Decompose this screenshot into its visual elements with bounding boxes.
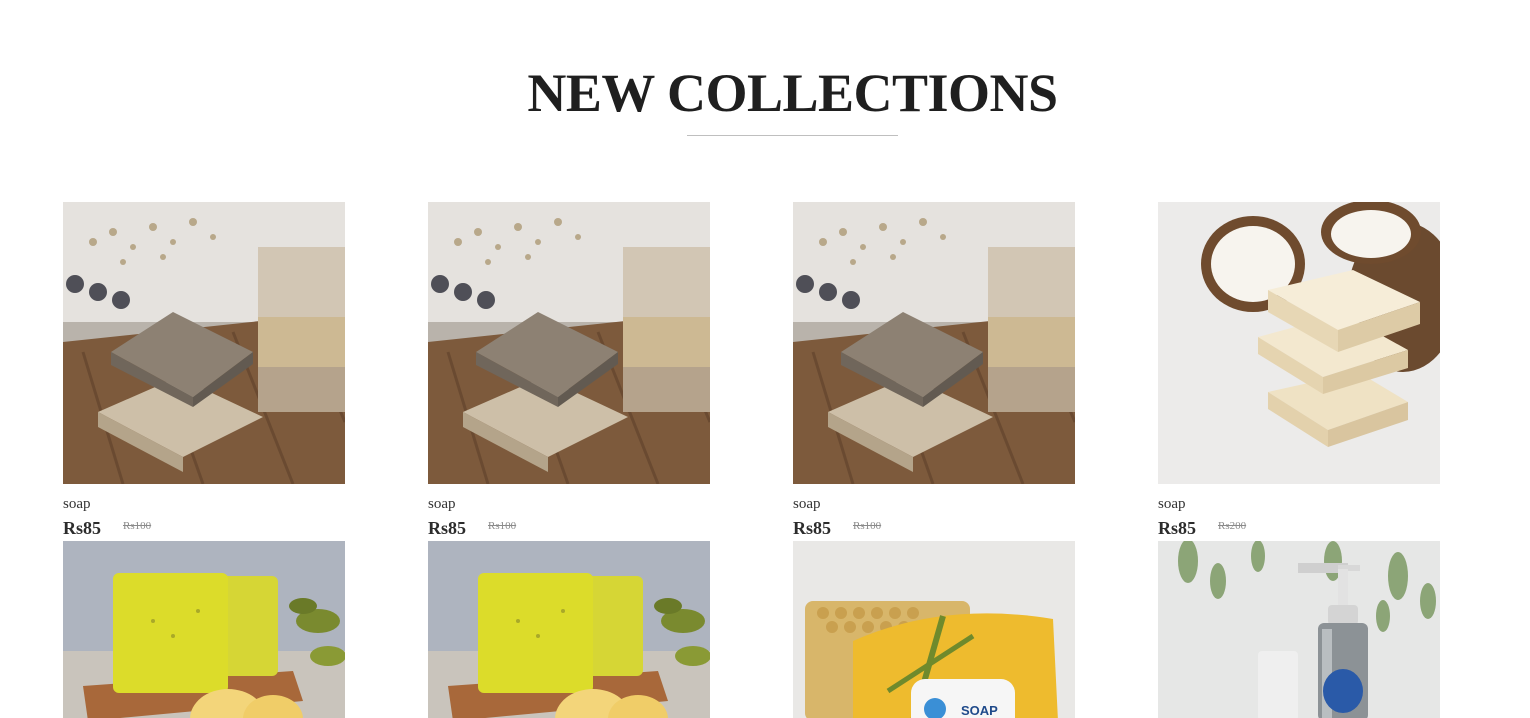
product-old-price: Rs100 [123,520,152,532]
section-title: NEW COLLECTIONS [527,63,1058,123]
product-price: Rs85 [428,518,467,538]
product-image-organic-soap[interactable]: SOAP [793,541,1075,718]
product-old-price: Rs200 [1218,520,1247,532]
product-image-herbal-soap[interactable] [793,202,1075,484]
title-underline [687,135,898,136]
soap-package-label: SOAP [961,703,998,718]
product-price: Rs85 [63,518,102,538]
product-old-price: Rs100 [853,520,882,532]
product-name[interactable]: soap [428,496,456,513]
product-image-herbal-soap[interactable] [63,202,345,484]
product-price: Rs85 [793,518,832,538]
product-old-price: Rs100 [488,520,517,532]
product-image-lemon-soap[interactable] [63,541,345,718]
product-name[interactable]: soap [793,496,821,513]
product-image-lemon-soap[interactable] [428,541,710,718]
product-image-coconut-soap[interactable] [1158,202,1440,484]
product-price: Rs85 [1158,518,1197,538]
product-name[interactable]: soap [63,496,91,513]
product-name[interactable]: soap [1158,496,1186,513]
new-collections-page: NEW COLLECTIONS soap Rs85 Rs100 soap Rs8… [0,0,1530,718]
product-image-herbal-soap[interactable] [428,202,710,484]
product-image-hand-wash[interactable] [1158,541,1440,718]
